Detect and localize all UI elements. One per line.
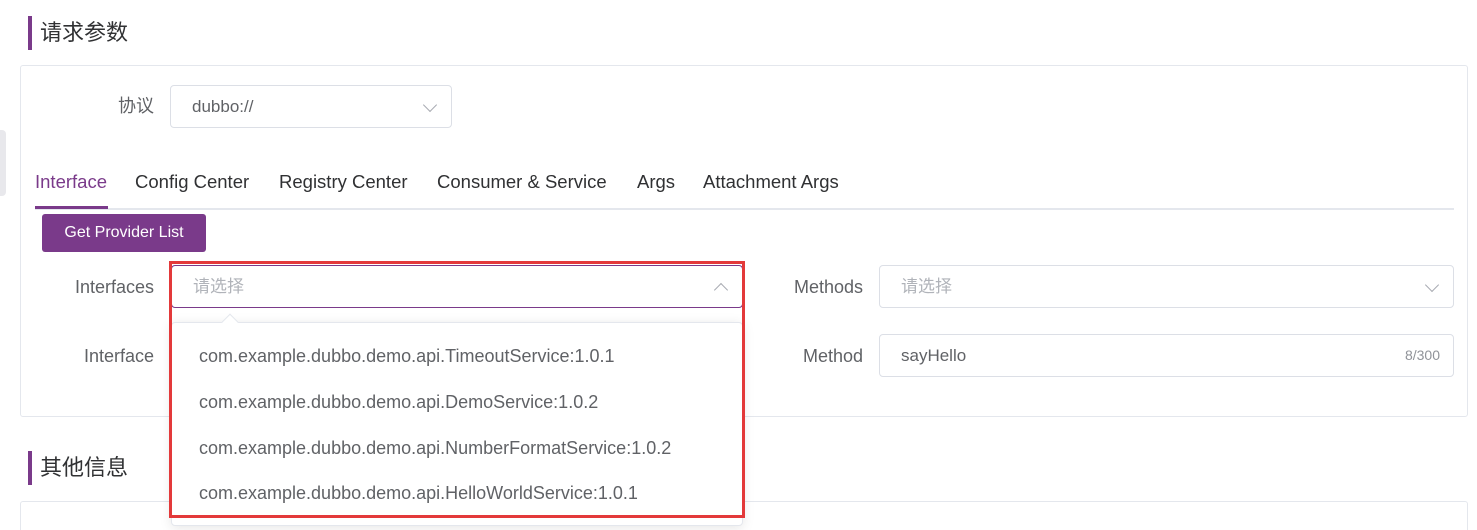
dropdown-option[interactable]: com.example.dubbo.demo.api.HelloWorldSer…	[199, 483, 638, 504]
interfaces-select[interactable]: 请选择	[171, 265, 743, 308]
method-value: sayHello	[901, 346, 967, 365]
protocol-select[interactable]: dubbo://	[170, 85, 452, 128]
sidebar-collapse-handle[interactable]	[0, 130, 6, 196]
dropdown-option[interactable]: com.example.dubbo.demo.api.TimeoutServic…	[199, 346, 615, 367]
chevron-up-icon	[713, 282, 729, 298]
active-tab-indicator	[35, 206, 108, 209]
other-info-title: 其他信息	[28, 451, 128, 485]
methods-select[interactable]: 请选择	[879, 265, 1454, 308]
interface-label: Interface	[83, 346, 154, 366]
tab-args[interactable]: Args	[637, 171, 675, 193]
tab-interface[interactable]: Interface	[35, 171, 107, 193]
protocol-value: dubbo://	[192, 97, 254, 116]
dropdown-option[interactable]: com.example.dubbo.demo.api.DemoService:1…	[199, 392, 598, 413]
chevron-down-icon	[1424, 277, 1440, 293]
protocol-label: 协议	[118, 96, 154, 116]
tab-registry-center[interactable]: Registry Center	[279, 171, 408, 193]
method-input[interactable]: sayHello 8/300	[879, 334, 1454, 377]
get-provider-list-button[interactable]: Get Provider List	[42, 214, 206, 252]
tab-consumer-service[interactable]: Consumer & Service	[437, 171, 607, 193]
tab-attachment-args[interactable]: Attachment Args	[703, 171, 839, 193]
method-char-counter: 8/300	[1404, 347, 1440, 363]
interfaces-label: Interfaces	[74, 277, 154, 297]
method-label: Method	[802, 346, 863, 366]
tab-bar: Interface Config Center Registry Center …	[35, 168, 1454, 210]
interfaces-dropdown: com.example.dubbo.demo.api.TimeoutServic…	[171, 313, 743, 526]
chevron-down-icon	[422, 97, 438, 113]
interfaces-placeholder: 请选择	[193, 277, 244, 296]
tab-config-center[interactable]: Config Center	[135, 171, 249, 193]
methods-label: Methods	[793, 277, 863, 297]
dropdown-option[interactable]: com.example.dubbo.demo.api.NumberFormatS…	[199, 438, 671, 459]
methods-placeholder: 请选择	[901, 277, 952, 296]
request-params-title: 请求参数	[28, 16, 128, 50]
